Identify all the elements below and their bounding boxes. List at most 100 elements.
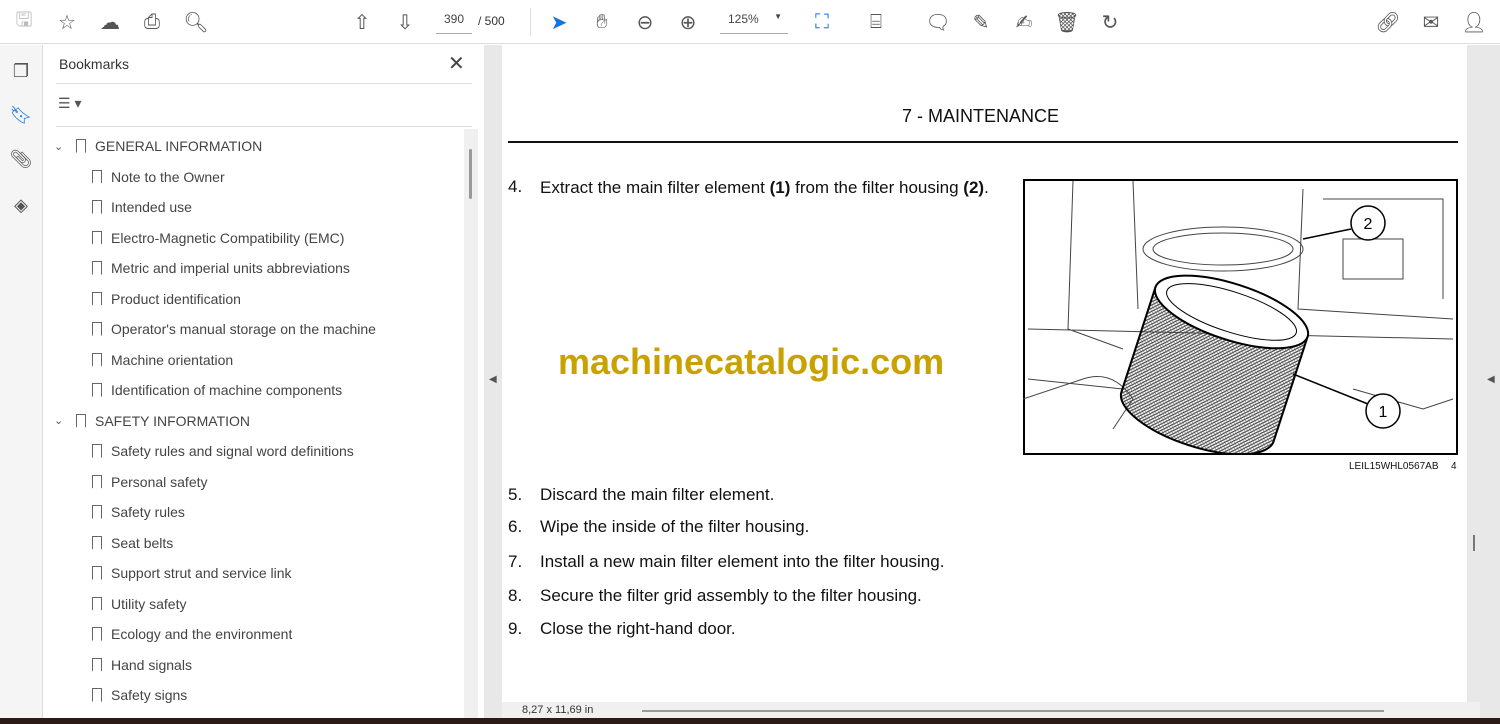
bookmark-label: Safety signs bbox=[111, 687, 188, 703]
bookmark-item[interactable]: Operator's manual storage on the machine bbox=[92, 318, 376, 340]
panel-title: Bookmarks bbox=[59, 56, 130, 72]
zoom-value: 125% bbox=[728, 12, 759, 26]
page-size: 8,27 x 11,69 in bbox=[522, 704, 594, 716]
header-rule bbox=[508, 141, 1458, 143]
bookmark-icon bbox=[92, 535, 102, 550]
step-text: Wipe the inside of the filter housing. bbox=[540, 517, 810, 536]
bookmark-item[interactable]: Safety rules bbox=[92, 501, 185, 523]
figure-code: LEIL15WHL0567AB bbox=[1349, 461, 1439, 472]
text: from the filter housing bbox=[790, 178, 964, 197]
divider bbox=[530, 8, 531, 36]
bookmark-label: Personal safety bbox=[111, 473, 208, 490]
bookmark-label: Hand signals bbox=[111, 656, 192, 673]
bookmark-label: Safety rules bbox=[111, 504, 185, 520]
print-icon[interactable]: ⎙ bbox=[138, 8, 166, 36]
bookmark-icon bbox=[92, 474, 102, 489]
bookmark-item[interactable]: Machine orientation bbox=[92, 349, 233, 371]
bookmark-item[interactable]: Ecology and the environment bbox=[92, 623, 292, 645]
bookmark-icon bbox=[92, 200, 102, 214]
layers-icon[interactable]: ◈ bbox=[9, 195, 33, 219]
step-text: Secure the filter grid assembly to the f… bbox=[540, 586, 922, 605]
zoom-in-icon[interactable]: ⊕ bbox=[674, 8, 702, 36]
account-icon[interactable]: 👤︎ bbox=[1460, 8, 1488, 36]
find-icon[interactable]: 🔍︎ bbox=[182, 8, 210, 36]
bookmark-item[interactable]: Utility safety bbox=[92, 593, 186, 615]
highlight-icon[interactable]: ✎ bbox=[967, 8, 995, 36]
email-icon[interactable]: ✉ bbox=[1417, 8, 1445, 36]
scrollbar-track[interactable] bbox=[464, 129, 478, 718]
comment-icon[interactable]: 🗨︎ bbox=[924, 8, 952, 36]
share-link-icon[interactable]: 🔗︎ bbox=[1374, 8, 1402, 36]
bookmark-item[interactable]: Hand signals bbox=[92, 654, 192, 676]
left-rail: ❐ 🔖︎ 📎︎ ◈ bbox=[0, 45, 43, 718]
divider bbox=[56, 83, 472, 84]
horizontal-scrollbar[interactable] bbox=[642, 710, 1384, 712]
chevron-down-icon[interactable]: ⌄ bbox=[54, 140, 70, 153]
page-down-icon[interactable]: ⇩ bbox=[391, 8, 419, 36]
pdf-page: 7 - MAINTENANCE 4. Extract the main filt… bbox=[502, 45, 1467, 702]
step-number: 4. bbox=[508, 177, 523, 196]
page-number-input[interactable]: 390 bbox=[436, 12, 472, 34]
bookmark-icon bbox=[92, 596, 102, 611]
bookmark-icon bbox=[76, 139, 86, 153]
bookmark-section[interactable]: ⌄ GENERAL INFORMATION bbox=[54, 135, 262, 157]
bookmark-item[interactable]: Metric and imperial units abbreviations bbox=[92, 257, 350, 279]
sign-icon[interactable]: ✍︎ bbox=[1010, 8, 1038, 36]
scrollbar-thumb[interactable] bbox=[469, 149, 472, 199]
zoom-select[interactable]: 125% ▼ bbox=[720, 12, 788, 34]
bookmark-label: Product identification bbox=[111, 290, 241, 307]
step-text: Install a new main filter element into t… bbox=[540, 552, 945, 571]
bookmark-item[interactable]: Personal safety bbox=[92, 471, 208, 493]
attachment-icon[interactable]: 📎︎ bbox=[9, 149, 33, 173]
star-icon[interactable]: ☆ bbox=[53, 8, 81, 36]
status-bar: 8,27 x 11,69 in bbox=[502, 702, 1480, 718]
bookmark-icon bbox=[92, 383, 102, 397]
bookmark-icon bbox=[92, 505, 102, 519]
bookmark-item[interactable]: Identification of machine components bbox=[92, 379, 342, 401]
page-up-icon[interactable]: ⇧ bbox=[348, 8, 376, 36]
close-icon[interactable]: ✕ bbox=[448, 51, 465, 76]
collapse-panel-arrow[interactable]: ◀ bbox=[489, 374, 497, 385]
upload-cloud-icon[interactable]: ☁ bbox=[96, 8, 124, 36]
hand-icon[interactable]: ✋︎ bbox=[588, 8, 616, 36]
toolbar: 🖫 ☆ ☁ ⎙ 🔍︎ ⇧ ⇩ 390 / 500 ➤ ✋︎ ⊖ ⊕ 125% ▼ … bbox=[0, 0, 1500, 44]
bookmark-icon bbox=[92, 169, 102, 184]
bookmarks-panel: Bookmarks ✕ ☰ ▾ ⌄ GENERAL INFORMATION Note… bbox=[44, 45, 478, 718]
bookmark-label: Intended use bbox=[111, 199, 192, 215]
rotate-icon[interactable]: ↻ bbox=[1096, 8, 1124, 36]
bookmark-label: Support strut and service link bbox=[111, 565, 292, 581]
bookmark-item[interactable]: Support strut and service link bbox=[92, 562, 292, 584]
bookmark-item[interactable]: Electro-Magnetic Compatibility (EMC) bbox=[92, 227, 344, 249]
bookmark-item[interactable]: Note to the Owner bbox=[92, 166, 225, 188]
bookmark-item[interactable]: Intended use bbox=[92, 196, 192, 218]
callout-ref: (2) bbox=[963, 178, 985, 197]
bookmark-label: GENERAL INFORMATION bbox=[95, 138, 263, 154]
bookmark-section[interactable]: ⌄ SAFETY INFORMATION bbox=[54, 410, 250, 432]
zoom-out-icon[interactable]: ⊖ bbox=[631, 8, 659, 36]
bookmark-item[interactable]: Safety rules and signal word definitions bbox=[92, 440, 354, 462]
bookmark-icon bbox=[92, 657, 102, 672]
callout-ref: (1) bbox=[769, 178, 791, 197]
bookmark-item[interactable]: Seat belts bbox=[92, 532, 173, 554]
bookmark-item[interactable]: Product identification bbox=[92, 288, 241, 310]
figure-number: 4 bbox=[1451, 461, 1457, 472]
bookmark-options-button[interactable]: ☰ ▾ bbox=[58, 95, 81, 112]
bookmark-label: Safety rules and signal word definitions bbox=[111, 443, 354, 459]
bookmark-icon[interactable]: 🔖︎ bbox=[9, 105, 33, 129]
bookmark-label: Seat belts bbox=[111, 534, 174, 551]
chevron-down-icon[interactable]: ⌄ bbox=[54, 414, 70, 427]
scrollbar-thumb[interactable] bbox=[1473, 535, 1475, 551]
callout-1: 1 bbox=[1379, 404, 1388, 421]
save-icon[interactable]: 🖫 bbox=[10, 8, 38, 36]
bookmark-icon bbox=[92, 291, 102, 306]
pages-icon[interactable]: ❐ bbox=[9, 61, 33, 85]
fit-page-icon[interactable]: ⛶ bbox=[808, 8, 836, 36]
bookmark-item[interactable]: Safety signs bbox=[92, 684, 187, 706]
delete-icon[interactable]: 🗑︎ bbox=[1053, 8, 1081, 36]
scroll-mode-icon[interactable]: ⌸ bbox=[862, 8, 890, 36]
expand-right-panel-arrow[interactable]: ◀ bbox=[1487, 374, 1495, 385]
taskbar-edge bbox=[0, 718, 1500, 724]
watermark: machinecatalogic.com bbox=[558, 341, 945, 382]
select-cursor-icon[interactable]: ➤ bbox=[545, 8, 573, 36]
step-number: 5. bbox=[508, 485, 523, 504]
